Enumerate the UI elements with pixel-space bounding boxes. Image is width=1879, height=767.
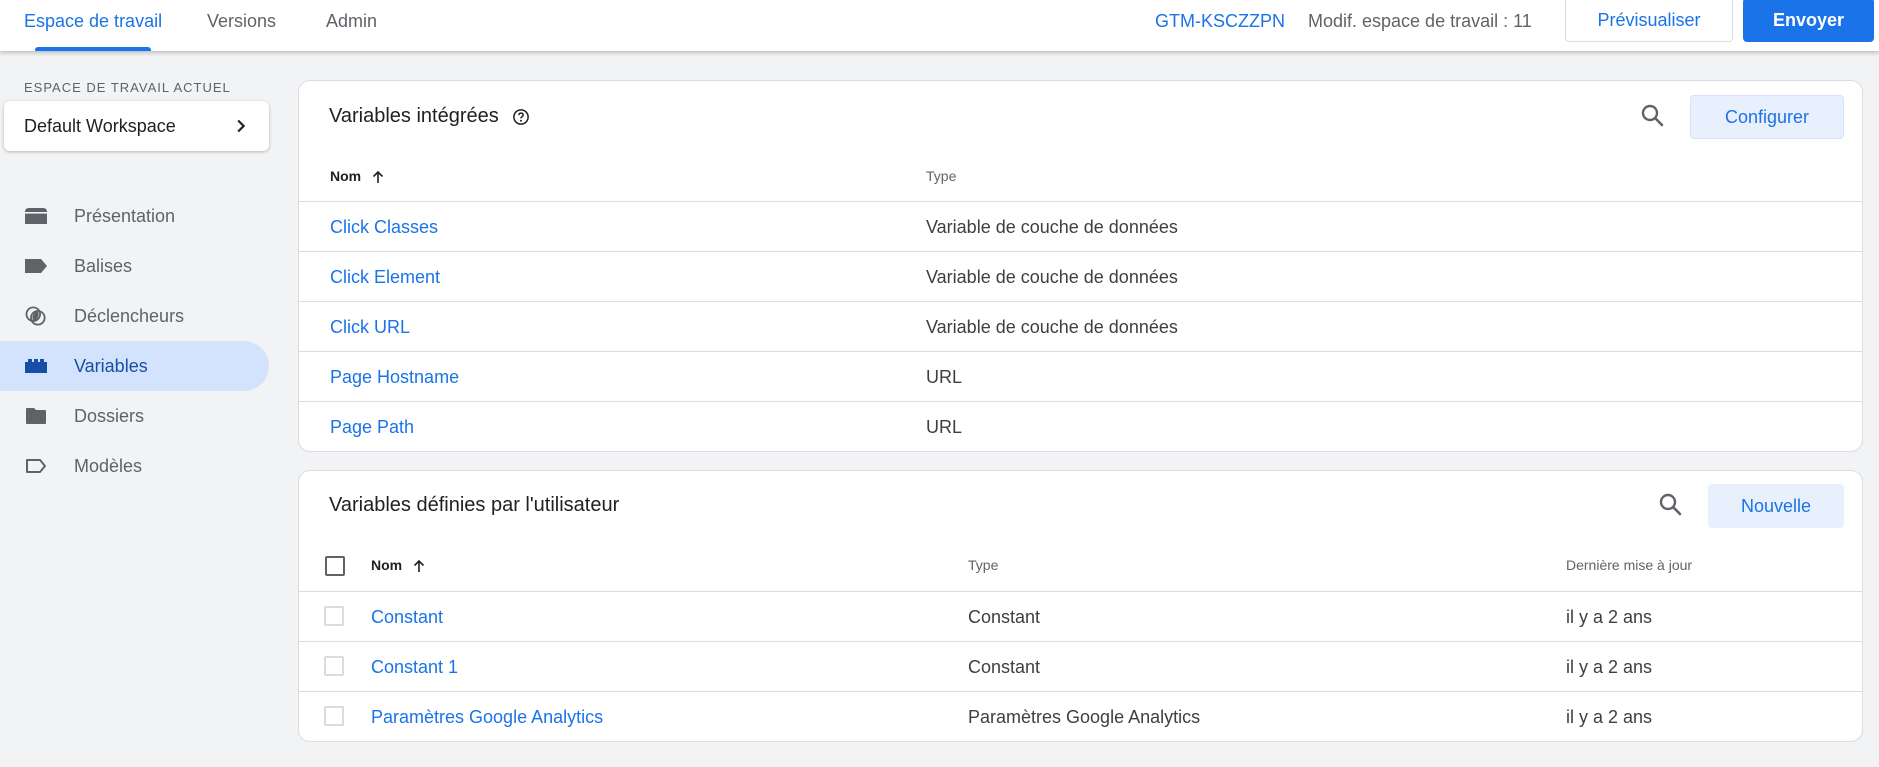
- variable-type: Constant: [968, 657, 1041, 677]
- tag-icon: [25, 259, 47, 273]
- chevron-right-icon: [237, 119, 246, 133]
- sort-ascending-icon: [372, 171, 384, 184]
- folder-icon: [26, 408, 46, 424]
- select-all-checkbox[interactable]: [325, 556, 345, 576]
- active-tab-indicator: [35, 47, 152, 51]
- workspace-section-label: ESPACE DE TRAVAIL ACTUEL: [24, 80, 231, 95]
- column-header-label: Nom: [371, 557, 403, 573]
- sidebar-item-tags[interactable]: Balises: [0, 241, 269, 291]
- workspace-name: Default Workspace: [24, 116, 176, 136]
- variable-type: URL: [926, 367, 963, 387]
- user-defined-variables-title: Variables définies par l'utilisateur: [329, 494, 620, 516]
- tab-versions[interactable]: Versions: [207, 0, 276, 51]
- row-checkbox[interactable]: [324, 606, 344, 626]
- template-icon: [26, 459, 46, 473]
- variable-name-link[interactable]: Click URL: [330, 302, 410, 352]
- card-header: Variables intégrées: [329, 105, 530, 128]
- variable-type: Variable de couche de données: [926, 217, 1178, 237]
- workspace-changes-count: Modif. espace de travail : 11: [1308, 11, 1532, 31]
- table-row: Page Hostname URL: [299, 351, 1862, 401]
- overview-icon: [25, 208, 47, 224]
- sidebar-item-variables[interactable]: Variables: [0, 341, 269, 391]
- table-row: Page Path URL: [299, 401, 1862, 451]
- workspace-selector[interactable]: Default Workspace: [4, 101, 269, 151]
- variable-type: Variable de couche de données: [926, 317, 1178, 337]
- last-updated: il y a 2 ans: [1566, 657, 1653, 677]
- user-defined-variables-card: Variables définies par l'utilisateur Nou…: [298, 470, 1863, 742]
- sidebar-item-label: Dossiers: [74, 406, 145, 426]
- table-row: Click Element Variable de couche de donn…: [299, 251, 1862, 301]
- sidebar-item-folders[interactable]: Dossiers: [0, 391, 269, 441]
- variable-name-link[interactable]: Constant: [371, 592, 443, 642]
- variable-type: URL: [926, 417, 963, 437]
- column-header-name[interactable]: Nom: [330, 168, 385, 184]
- sidebar-item-label: Présentation: [74, 206, 176, 226]
- variable-name-link[interactable]: Page Hostname: [330, 352, 459, 402]
- last-updated: il y a 2 ans: [1566, 607, 1653, 627]
- top-bar: Espace de travail Versions Admin GTM-KSC…: [0, 0, 1879, 51]
- sidebar-item-overview[interactable]: Présentation: [0, 191, 269, 241]
- column-header-type: Type: [926, 168, 957, 184]
- trigger-icon: [25, 306, 46, 326]
- sidebar-item-triggers[interactable]: Déclencheurs: [0, 291, 269, 341]
- column-header-label: Nom: [330, 168, 362, 184]
- row-checkbox[interactable]: [324, 706, 344, 726]
- search-icon[interactable]: [1636, 99, 1670, 133]
- tab-label: Versions: [207, 11, 277, 31]
- variable-name-link[interactable]: Page Path: [330, 402, 414, 451]
- table-row: Click URL Variable de couche de données: [299, 301, 1862, 351]
- tab-admin[interactable]: Admin: [326, 0, 377, 51]
- builtin-variables-title: Variables intégrées: [329, 105, 499, 127]
- builtin-variables-card: Variables intégrées Configurer Nom Type …: [298, 80, 1863, 452]
- tab-workspace[interactable]: Espace de travail: [24, 0, 162, 51]
- table-row: Constant 1 Constant il y a 2 ans: [299, 641, 1862, 691]
- column-header-type: Type: [968, 557, 999, 573]
- table-row: Paramètres Google Analytics Paramètres G…: [299, 691, 1862, 741]
- variable-type: Paramètres Google Analytics: [968, 707, 1201, 727]
- sidebar-item-templates[interactable]: Modèles: [0, 441, 269, 491]
- table-row: Click Classes Variable de couche de donn…: [299, 201, 1862, 251]
- variable-name-link[interactable]: Click Element: [330, 252, 440, 302]
- preview-button[interactable]: Prévisualiser: [1565, 0, 1733, 42]
- variable-name-link[interactable]: Click Classes: [330, 202, 438, 252]
- variables-icon: [25, 359, 47, 373]
- table-row: Constant Constant il y a 2 ans: [299, 591, 1862, 641]
- sort-ascending-icon: [413, 560, 425, 573]
- sidebar-item-label: Balises: [74, 256, 133, 276]
- configure-button[interactable]: Configurer: [1690, 95, 1844, 139]
- variable-type: Constant: [968, 607, 1041, 627]
- sidebar-item-label: Déclencheurs: [74, 306, 185, 326]
- last-updated: il y a 2 ans: [1566, 707, 1653, 727]
- container-id-link[interactable]: GTM-KSCZZPN: [1155, 0, 1285, 42]
- tab-label: Admin: [326, 11, 378, 31]
- column-header-last-updated: Dernière mise à jour: [1566, 557, 1693, 573]
- column-header-name[interactable]: Nom: [371, 557, 426, 573]
- variable-type: Variable de couche de données: [926, 267, 1178, 287]
- sidebar-item-label: Variables: [74, 356, 148, 376]
- help-icon[interactable]: [512, 108, 530, 126]
- variable-name-link[interactable]: Paramètres Google Analytics: [371, 692, 603, 741]
- sidebar-item-label: Modèles: [74, 456, 143, 476]
- submit-button[interactable]: Envoyer: [1743, 0, 1874, 42]
- variable-name-link[interactable]: Constant 1: [371, 642, 458, 692]
- search-icon[interactable]: [1654, 488, 1688, 522]
- tab-label: Espace de travail: [24, 11, 163, 31]
- row-checkbox[interactable]: [324, 656, 344, 676]
- new-variable-button[interactable]: Nouvelle: [1708, 484, 1844, 528]
